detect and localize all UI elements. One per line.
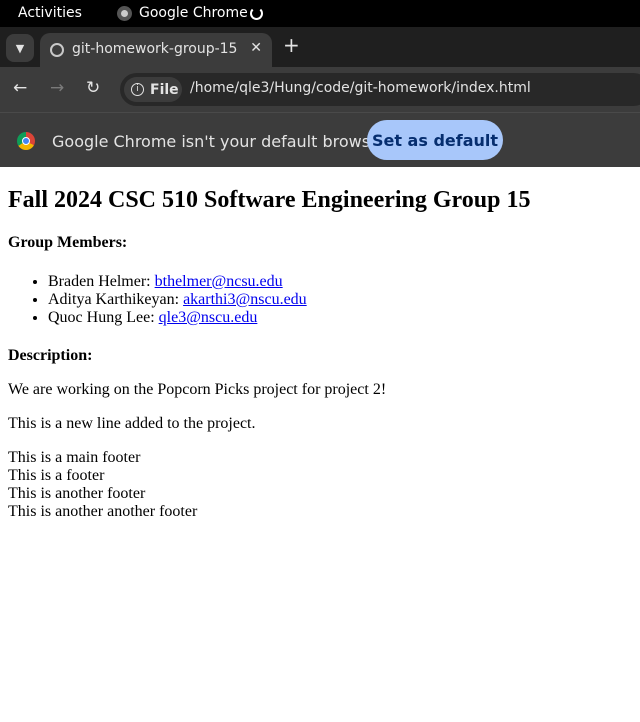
infobar-message: Google Chrome isn't your default browser	[52, 132, 387, 151]
activities-button[interactable]: Activities	[18, 5, 82, 21]
list-item: Braden Helmer: bthelmer@ncsu.edu	[48, 273, 632, 291]
loading-spinner-icon	[250, 7, 263, 20]
chrome-icon	[117, 5, 132, 21]
list-item: Quoc Hung Lee: qle3@nscu.edu	[48, 309, 632, 327]
email-link[interactable]: akarthi3@nscu.edu	[183, 291, 307, 308]
footer-line: This is a main footer	[8, 449, 141, 466]
page-title: Fall 2024 CSC 510 Software Engineering G…	[8, 187, 531, 213]
app-menu[interactable]: Google Chrome	[117, 5, 248, 21]
system-top-bar: Activities Google Chrome	[0, 0, 640, 27]
members-list: Braden Helmer: bthelmer@ncsu.edu Aditya …	[8, 273, 632, 327]
description-heading: Description:	[8, 347, 93, 364]
info-icon: i	[131, 83, 144, 96]
default-browser-infobar: Google Chrome isn't your default browser…	[0, 112, 640, 167]
page-content: Fall 2024 CSC 510 Software Engineering G…	[8, 167, 632, 521]
email-link[interactable]: bthelmer@ncsu.edu	[155, 273, 283, 290]
site-info-label: File	[150, 81, 179, 98]
tab-search-button[interactable]: ▼	[6, 34, 34, 62]
member-name: Quoc Hung Lee:	[48, 309, 159, 326]
list-item: Aditya Karthikeyan: akarthi3@nscu.edu	[48, 291, 632, 309]
tab-title: git-homework-group-15	[72, 41, 238, 57]
footer-line: This is a footer	[8, 467, 105, 484]
footer-line: This is another footer	[8, 485, 146, 502]
footer-block: This is a main footer This is a footer T…	[8, 449, 632, 521]
url-text[interactable]: /home/qle3/Hung/code/git-homework/index.…	[190, 80, 531, 96]
forward-arrow-icon[interactable]: →	[50, 78, 64, 98]
back-arrow-icon[interactable]: ←	[13, 78, 27, 98]
chevron-down-icon: ▼	[15, 41, 25, 55]
members-heading: Group Members:	[8, 234, 128, 251]
reload-icon[interactable]: ↻	[86, 78, 100, 98]
address-bar[interactable]: i File /home/qle3/Hung/code/git-homework…	[120, 73, 640, 106]
new-tab-button[interactable]: +	[283, 35, 300, 55]
member-name: Braden Helmer:	[48, 273, 155, 290]
tab-strip: ▼ git-homework-group-15 ✕ +	[0, 27, 640, 67]
app-name: Google Chrome	[139, 5, 248, 21]
close-icon[interactable]: ✕	[250, 40, 262, 56]
email-link[interactable]: qle3@nscu.edu	[159, 309, 258, 326]
new-line-text: This is a new line added to the project.	[8, 415, 256, 432]
globe-icon	[50, 43, 64, 57]
set-as-default-button[interactable]: Set as default	[367, 120, 503, 160]
chrome-logo-icon	[17, 132, 35, 150]
browser-toolbar: ← → ↻ i File /home/qle3/Hung/code/git-ho…	[0, 67, 640, 112]
tab-active[interactable]: git-homework-group-15 ✕	[40, 33, 272, 67]
member-name: Aditya Karthikeyan:	[48, 291, 184, 308]
footer-line: This is another another footer	[8, 503, 198, 520]
site-info-chip[interactable]: i File	[124, 77, 182, 102]
description-text: We are working on the Popcorn Picks proj…	[8, 381, 387, 398]
